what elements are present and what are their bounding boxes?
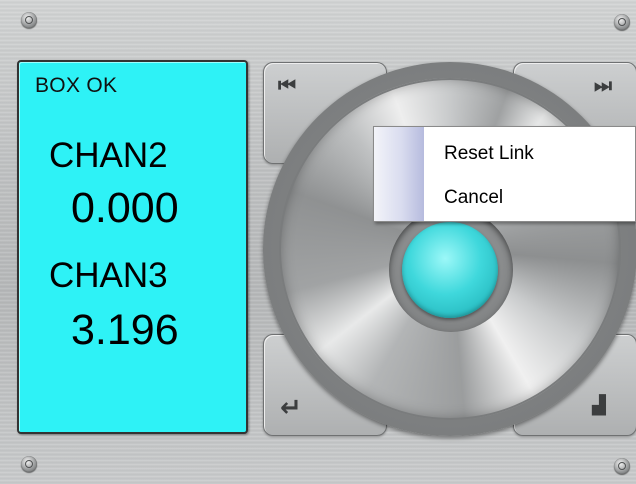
channel-2-label: CHAN2 xyxy=(49,136,168,175)
screw-icon xyxy=(614,458,630,474)
box-status-text: BOX OK xyxy=(35,74,118,97)
menu-icon-stripe xyxy=(374,127,424,221)
channel-3-label: CHAN3 xyxy=(49,256,168,295)
screw-icon xyxy=(614,14,630,30)
lcd-display: BOX OK CHAN2 0.000 CHAN3 3.196 xyxy=(17,60,248,434)
context-menu: Reset Link Cancel xyxy=(373,126,636,222)
screw-icon xyxy=(21,456,37,472)
levels-icon: ▟ xyxy=(592,395,606,416)
channel-2-value: 0.000 xyxy=(71,184,179,232)
screw-icon xyxy=(21,12,37,28)
skip-back-icon: ⏮ xyxy=(278,73,296,97)
channel-3-value: 3.196 xyxy=(71,306,179,354)
center-button[interactable] xyxy=(402,222,498,318)
menu-item-cancel[interactable]: Cancel xyxy=(444,187,503,209)
skip-forward-icon: ⏭ xyxy=(594,73,612,97)
menu-item-reset-link[interactable]: Reset Link xyxy=(444,143,534,165)
return-arrow-icon: ↵ xyxy=(280,393,302,423)
